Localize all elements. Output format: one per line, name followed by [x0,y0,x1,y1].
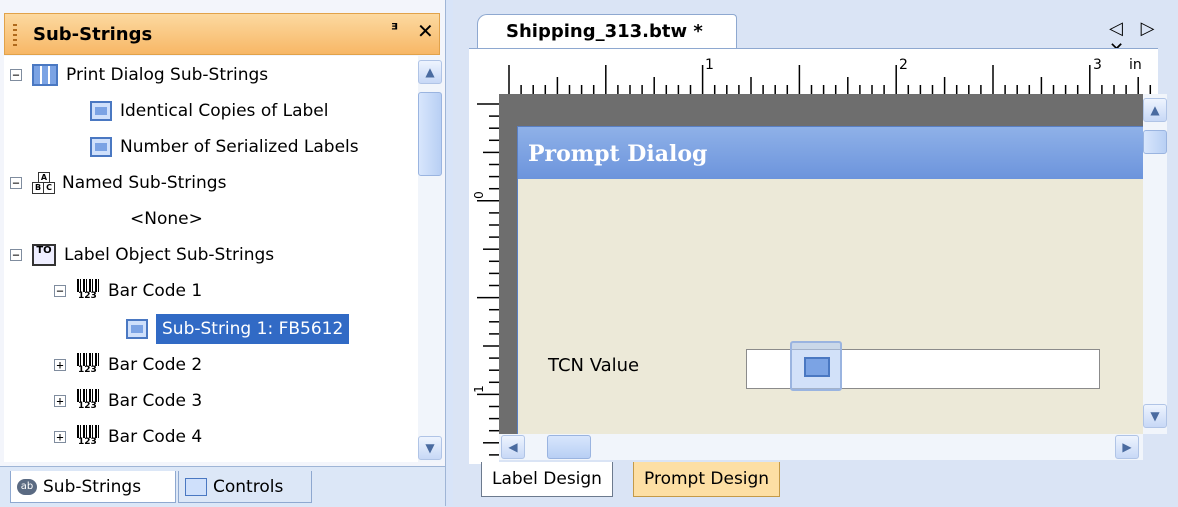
dialog-title-bar: Prompt Dialog [518,127,1143,179]
tree-item-barcode-3[interactable]: + 123 Bar Code 3 [54,384,202,418]
tree-item-label: Bar Code 2 [108,355,203,375]
tab-prompt-design[interactable]: Prompt Design [633,462,781,497]
barcode-icon: 123 [76,389,100,413]
tree-scrollbar[interactable]: ▲ ▼ [418,56,442,462]
prompt-dialog-preview[interactable]: Prompt Dialog TCN Value [517,126,1143,434]
dialog-title: Prompt Dialog [528,141,708,167]
expand-icon[interactable]: + [54,359,66,371]
collapse-icon[interactable]: − [54,285,66,297]
tree-item-barcode-1[interactable]: − 123 Bar Code 1 [54,274,202,308]
substrings-panel: Sub-Strings ᴲ ✕ − Print Dialog Sub-Strin… [0,0,446,507]
tree-item-barcode-2[interactable]: + 123 Bar Code 2 [54,348,202,382]
substrings-tree: − Print Dialog Sub-Strings Identical Cop… [4,56,418,462]
barcode-icon: 123 [76,425,100,449]
vertical-ruler: 0 1 [469,94,499,480]
tree-item-named-substrings[interactable]: − ABC Named Sub-Strings [10,166,226,200]
collapse-icon[interactable]: − [10,69,22,81]
selected-item-label: Sub-String 1: FB5612 [156,314,350,344]
collapse-icon[interactable]: − [10,249,22,261]
tree-item-serialized-labels[interactable]: Number of Serialized Labels [90,130,359,164]
tab-label-design[interactable]: Label Design [481,462,613,497]
tcn-value-label: TCN Value [548,355,640,376]
tab-label: Sub-Strings [43,476,142,497]
tree-item-label: Print Dialog Sub-Strings [66,65,269,85]
tree-item-label: Identical Copies of Label [120,101,329,121]
ruler-ticks [508,65,1152,95]
ruler-number: 1 [471,385,486,393]
document-tab[interactable]: Shipping_313.btw * [477,14,737,48]
scroll-down-icon[interactable]: ▼ [1143,404,1167,428]
substring-doc-icon [90,101,112,121]
abc-blocks-icon: ABC [32,172,55,194]
design-canvas[interactable]: Prompt Dialog TCN Value [499,94,1143,434]
ruler-number: 3 [1093,57,1102,73]
canvas-horizontal-scrollbar[interactable]: ◀ ▶ [499,434,1143,460]
tree-item-label: Number of Serialized Labels [120,137,359,157]
tree-item-substring-1[interactable]: Sub-String 1: FB5612 [126,312,350,346]
tree-item-print-dialog[interactable]: − Print Dialog Sub-Strings [10,58,268,92]
scroll-up-icon[interactable]: ▲ [418,60,442,84]
barcode-icon: 123 [76,353,100,377]
tree-item-label: Bar Code 4 [108,427,203,447]
scroll-right-icon[interactable]: ▶ [1115,435,1139,459]
controls-icon [185,477,207,496]
barcode-icon: 123 [76,279,100,303]
ruler-number: 0 [471,191,486,199]
panel-title: Sub-Strings [33,24,153,45]
scroll-thumb[interactable] [418,92,442,176]
scroll-left-tab-icon[interactable]: ◁ [1109,18,1129,39]
ruler-number: 1 [705,57,714,73]
scroll-thumb[interactable] [1143,130,1167,154]
scroll-right-tab-icon[interactable]: ▷ [1141,18,1161,39]
tree-item-none[interactable]: <None> [130,202,203,236]
label-object-icon: TO [32,244,56,266]
scroll-thumb[interactable] [547,435,591,459]
expand-icon[interactable]: + [54,395,66,407]
tree-item-label: Bar Code 1 [108,281,203,301]
ruler-ticks [477,103,499,480]
pin-icon[interactable]: ᴲ [391,20,398,39]
drag-substring-icon [790,341,842,391]
tree-item-label: <None> [130,209,203,229]
tree-item-label-object[interactable]: − TO Label Object Sub-Strings [10,238,274,272]
tab-controls[interactable]: Controls [178,471,312,503]
scroll-up-icon[interactable]: ▲ [1143,98,1167,122]
ruler-number: 2 [899,57,908,73]
print-dialog-icon [32,64,58,86]
canvas-vertical-scrollbar[interactable]: ▲ ▼ [1143,94,1167,434]
panel-tab-strip: ab Sub-Strings Controls [0,466,445,507]
ab-field-icon: ab [17,478,37,495]
tab-substrings[interactable]: ab Sub-Strings [10,471,176,503]
design-tab-strip: Label Design Prompt Design [469,462,1169,506]
expand-icon[interactable]: + [54,431,66,443]
horizontal-ruler: 1 2 3 in [469,48,1158,95]
tree-item-barcode-4[interactable]: + 123 Bar Code 4 [54,420,202,454]
scroll-down-icon[interactable]: ▼ [418,436,442,460]
substring-doc-icon [126,319,148,339]
scroll-left-icon[interactable]: ◀ [501,435,525,459]
tree-item-label: Label Object Sub-Strings [64,245,275,265]
close-icon[interactable]: ✕ [417,19,434,43]
panel-header: Sub-Strings ᴲ ✕ [4,13,440,55]
tree-item-identical-copies[interactable]: Identical Copies of Label [90,94,328,128]
substring-doc-icon [90,137,112,157]
document-area: Shipping_313.btw * ◁ ▷ ✕ 1 2 3 in 0 1 Pr… [453,0,1178,506]
panel-grip[interactable] [13,24,17,46]
tree-item-label: Bar Code 3 [108,391,203,411]
tree-item-label: Named Sub-Strings [62,173,227,193]
tab-label: Controls [213,476,284,497]
ruler-unit: in [1129,57,1142,73]
collapse-icon[interactable]: − [10,177,22,189]
